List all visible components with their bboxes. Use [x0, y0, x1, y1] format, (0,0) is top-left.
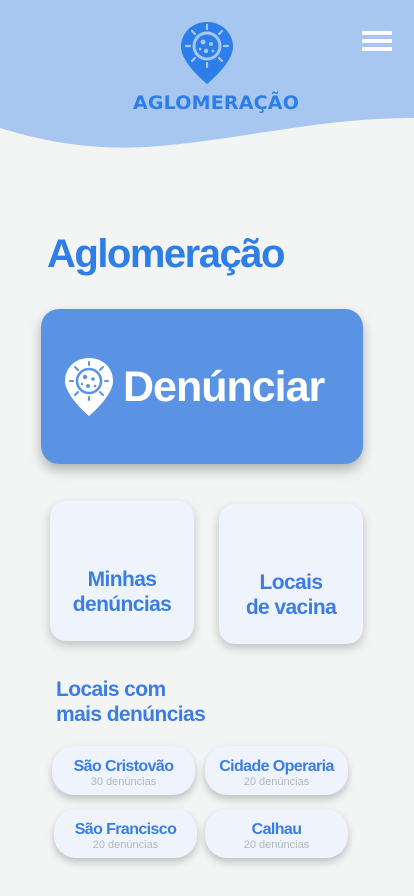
- report-button-label: Denúnciar: [123, 363, 325, 411]
- vaccine-locations-card[interactable]: Locais de vacina: [219, 504, 363, 644]
- place-chip[interactable]: São Cristovão 30 denúncias: [52, 746, 195, 795]
- page-title: Aglomeração: [47, 232, 285, 276]
- place-chip[interactable]: Calhau 20 denúncias: [205, 809, 348, 858]
- app-header: AGLOMERAÇÃO: [0, 0, 414, 160]
- place-report-count: 20 denúncias: [243, 776, 310, 788]
- top-reported-places-title: Locais com mais denúncias: [56, 678, 206, 726]
- place-chip[interactable]: São Francisco 20 denúncias: [54, 809, 197, 858]
- place-name: Calhau: [251, 821, 302, 838]
- place-report-count: 20 denúncias: [243, 839, 310, 851]
- place-chip[interactable]: Cidade Operaria 20 denúncias: [205, 746, 348, 795]
- place-name: São Francisco: [74, 821, 177, 838]
- report-button[interactable]: Denúnciar: [41, 309, 363, 464]
- virus-location-pin-icon: [181, 22, 233, 84]
- hamburger-menu-icon[interactable]: [362, 31, 392, 53]
- brand-name: AGLOMERAÇÃO: [132, 92, 300, 114]
- place-name: São Cristovão: [73, 758, 174, 775]
- my-reports-card[interactable]: Minhas denúncias: [50, 501, 194, 641]
- virus-location-pin-icon: [65, 358, 113, 416]
- place-name: Cidade Operaria: [219, 758, 334, 775]
- place-report-count: 30 denúncias: [90, 776, 157, 788]
- place-report-count: 20 denúncias: [92, 839, 159, 851]
